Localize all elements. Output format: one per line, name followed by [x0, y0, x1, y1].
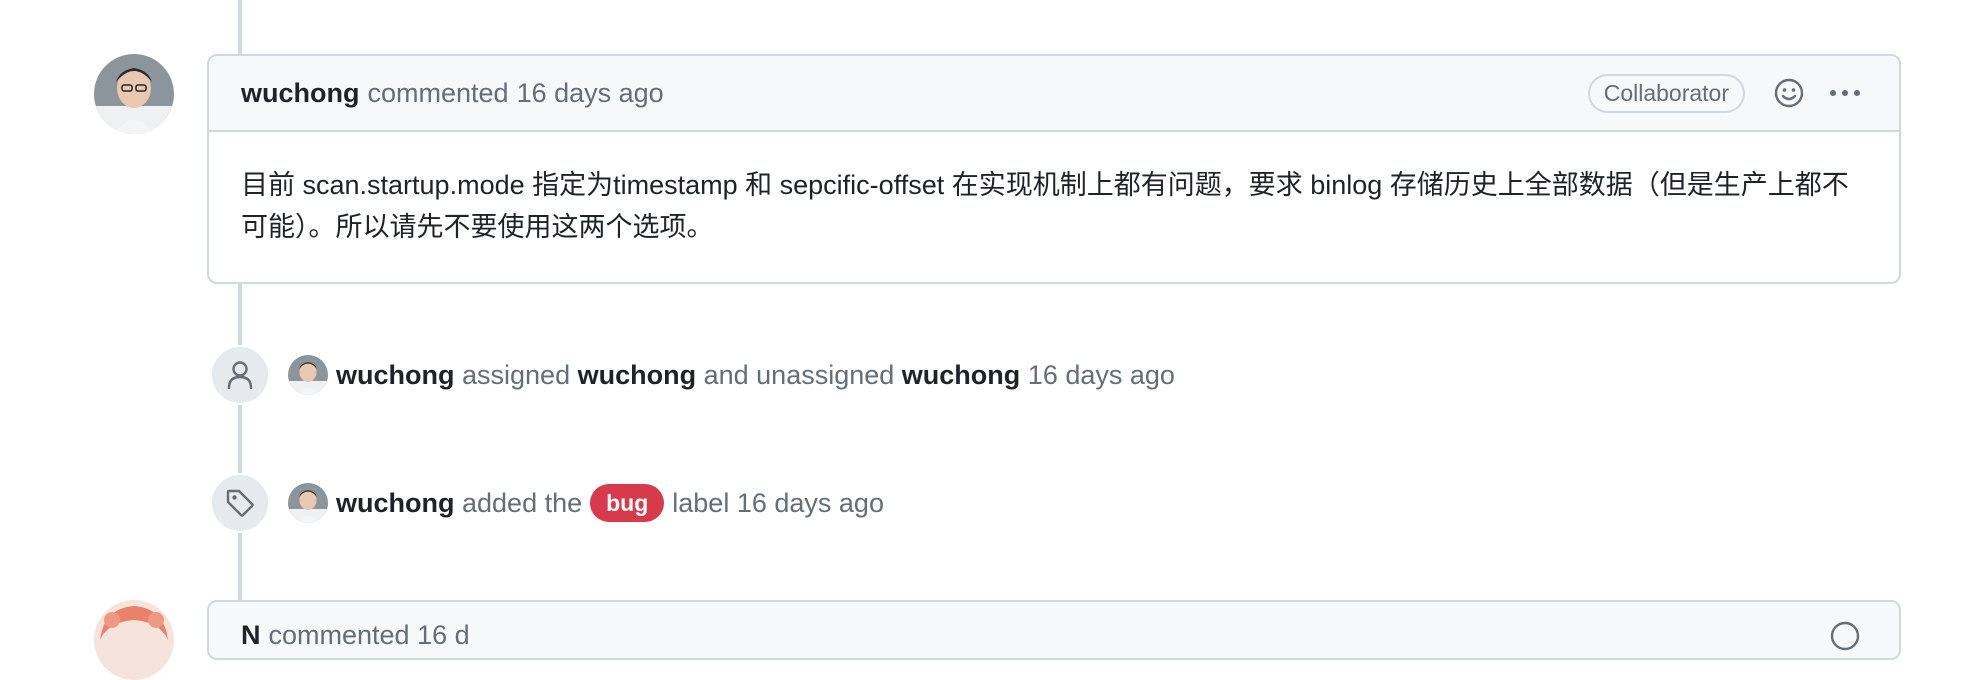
- person-icon: [210, 345, 270, 405]
- comment-timestamp[interactable]: 16 days ago: [517, 78, 664, 109]
- next-comment-box: N commented 16 d: [207, 600, 1901, 660]
- bug-label[interactable]: bug: [590, 484, 665, 522]
- kebab-horizontal-icon[interactable]: [1823, 71, 1867, 115]
- event-actor[interactable]: wuchong: [336, 488, 454, 519]
- comment-author[interactable]: wuchong: [241, 78, 359, 109]
- event-actor[interactable]: wuchong: [336, 360, 454, 391]
- next-comment-header-actions: [1823, 620, 1867, 658]
- next-comment-action: commented 16 d: [268, 620, 470, 650]
- event-connector: and unassigned: [703, 359, 895, 390]
- comment-header: wuchong commented 16 days ago Collaborat…: [209, 56, 1899, 132]
- comment-body: 目前 scan.startup.mode 指定为timestamp 和 sepc…: [241, 170, 1849, 242]
- smiley-icon[interactable]: [1767, 71, 1811, 115]
- tag-icon: [210, 473, 270, 533]
- timeline-event-labeled: wuchong added the bug label 16 days ago: [210, 473, 884, 533]
- event-verb: assigned: [462, 359, 571, 390]
- event-suffix: label: [672, 487, 730, 518]
- event-timestamp[interactable]: 16 days ago: [737, 488, 884, 519]
- event-unassignee[interactable]: wuchong: [902, 360, 1020, 391]
- comment-header-actions: Collaborator: [1587, 71, 1867, 115]
- timeline-event-assigned: wuchong assigned wuchong and unassigned …: [210, 345, 1175, 405]
- next-comment-author[interactable]: N: [241, 620, 261, 651]
- comment-action: commented: [367, 77, 509, 108]
- comment-author-avatar[interactable]: [94, 54, 174, 134]
- actor-avatar[interactable]: [288, 355, 328, 395]
- next-comment-header: N commented 16 d: [209, 602, 1899, 658]
- role-badge: Collaborator: [1587, 73, 1745, 113]
- next-comment-avatar[interactable]: [94, 600, 174, 680]
- actor-avatar[interactable]: [288, 483, 328, 523]
- event-verb: added the: [462, 487, 583, 518]
- event-assignee[interactable]: wuchong: [578, 360, 696, 391]
- comment-box: wuchong commented 16 days ago Collaborat…: [207, 54, 1901, 284]
- smiley-icon[interactable]: [1823, 620, 1867, 658]
- event-timestamp[interactable]: 16 days ago: [1028, 360, 1175, 391]
